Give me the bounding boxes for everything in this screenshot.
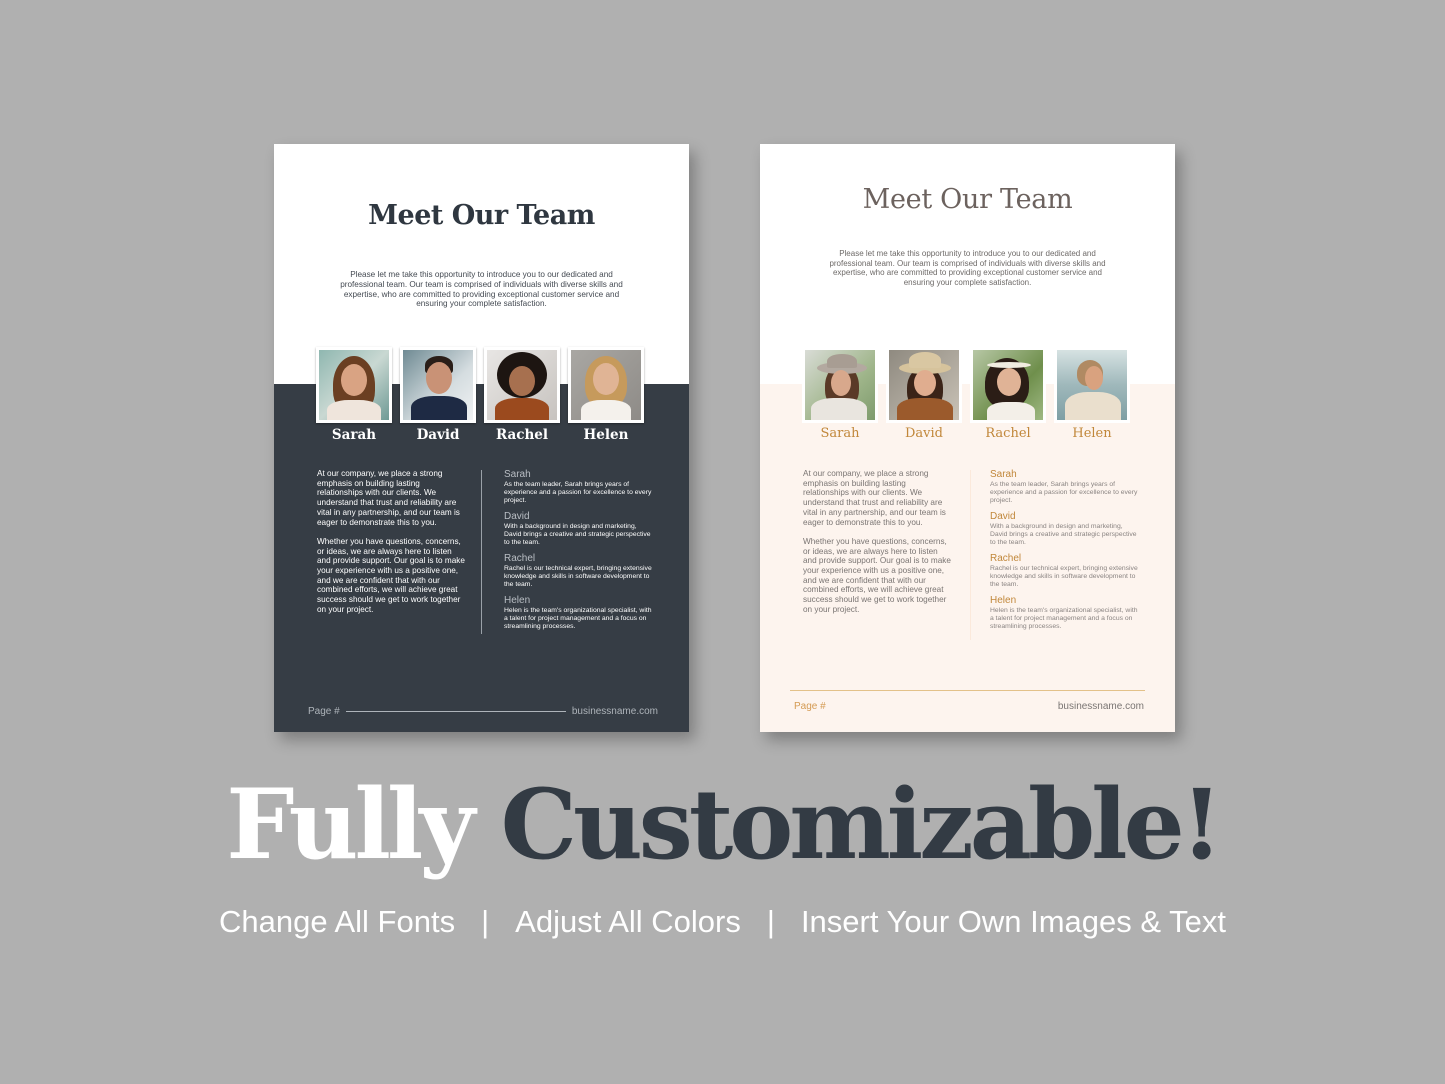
page-title: Meet Our Team	[862, 184, 1073, 215]
bio-name: Rachel	[990, 553, 1022, 564]
member-name: Sarah	[820, 426, 860, 441]
website-url: businessname.com	[571, 706, 658, 717]
bio-name: Rachel	[504, 553, 536, 564]
bio-item: Helen Helen is the team's organizational…	[504, 595, 654, 631]
bio-name: Helen	[990, 595, 1017, 606]
footer-divider	[790, 690, 1145, 691]
member-photo	[403, 350, 473, 420]
body-text: At our company, we place a strong emphas…	[317, 469, 465, 615]
member-name: Helen	[1072, 426, 1112, 441]
column-divider	[970, 470, 971, 640]
bio-name: Helen	[504, 595, 531, 606]
bio-item: David With a background in design and ma…	[504, 511, 654, 547]
bio-name: David	[504, 511, 530, 522]
template-page-dark: Meet Our Team Please let me take this op…	[274, 144, 689, 732]
member-photo	[319, 350, 389, 420]
team-member-helen: Helen	[1054, 347, 1130, 441]
bio-text: Helen is the team's organizational speci…	[504, 607, 652, 630]
bio-text: With a background in design and marketin…	[504, 523, 651, 546]
member-name: David	[416, 427, 460, 443]
photo-frame	[886, 347, 962, 423]
team-member-helen: Helen	[568, 347, 644, 443]
feature-item: Adjust All Colors	[515, 904, 741, 939]
bio-list: Sarah As the team leader, Sarah brings y…	[990, 469, 1140, 637]
bio-text: As the team leader, Sarah brings years o…	[504, 481, 652, 504]
member-name: Helen	[583, 427, 629, 443]
page-title: Meet Our Team	[368, 200, 595, 231]
member-photo	[973, 350, 1043, 420]
body-paragraph: At our company, we place a strong emphas…	[803, 469, 946, 527]
member-name: Rachel	[495, 427, 549, 443]
feature-item: Change All Fonts	[219, 904, 456, 939]
feature-separator: |	[766, 904, 775, 939]
bio-name: Sarah	[990, 469, 1017, 480]
page-footer: Page # businessname.com	[308, 706, 658, 717]
headline-word-customizable: Customizable!	[500, 768, 1223, 881]
bio-text: With a background in design and marketin…	[990, 523, 1137, 546]
member-photo	[571, 350, 641, 420]
member-photo	[805, 350, 875, 420]
body-paragraph: Whether you have questions, concerns, or…	[317, 536, 465, 614]
photo-frame	[400, 347, 476, 423]
intro-text: Please let me take this opportunity to i…	[829, 249, 1106, 287]
member-name: Sarah	[331, 427, 377, 443]
bio-text: Rachel is our technical expert, bringing…	[990, 565, 1138, 588]
page-number: Page #	[308, 706, 340, 717]
team-member-sarah: Sarah	[316, 347, 392, 443]
photo-frame	[484, 347, 560, 423]
bio-list: Sarah As the team leader, Sarah brings y…	[504, 469, 654, 637]
team-member-david: David	[400, 347, 476, 443]
team-member-rachel: Rachel	[970, 347, 1046, 441]
bio-item: Sarah As the team leader, Sarah brings y…	[504, 469, 654, 505]
promo-headline: Fully Customizable!	[0, 770, 1445, 880]
team-member-rachel: Rachel	[484, 347, 560, 443]
photo-frame	[568, 347, 644, 423]
intro-text: Please let me take this opportunity to i…	[340, 270, 623, 309]
team-member-david: David	[886, 347, 962, 441]
member-name: David	[905, 426, 943, 441]
bio-text: Helen is the team's organizational speci…	[990, 607, 1138, 630]
bio-item: Sarah As the team leader, Sarah brings y…	[990, 469, 1140, 505]
footer-divider	[345, 711, 566, 712]
website-url: businessname.com	[1057, 701, 1144, 712]
bio-name: David	[990, 511, 1016, 522]
body-text: At our company, we place a strong emphas…	[803, 469, 953, 615]
bio-name: Sarah	[504, 469, 531, 480]
photo-frame	[802, 347, 878, 423]
bio-item: Helen Helen is the team's organizational…	[990, 595, 1140, 631]
member-photo	[1057, 350, 1127, 420]
headline-word-fully: Fully	[226, 768, 475, 881]
photo-frame	[970, 347, 1046, 423]
member-photo	[889, 350, 959, 420]
photo-frame	[316, 347, 392, 423]
member-photo	[487, 350, 557, 420]
column-divider	[481, 470, 482, 634]
feature-list: Change All Fonts | Adjust All Colors | I…	[0, 904, 1445, 940]
member-name: Rachel	[985, 426, 1031, 441]
team-photos: Sarah David Rachel Helen	[802, 347, 1134, 441]
bio-item: David With a background in design and ma…	[990, 511, 1140, 547]
feature-separator: |	[481, 904, 490, 939]
body-paragraph: At our company, we place a strong emphas…	[317, 469, 460, 527]
team-member-sarah: Sarah	[802, 347, 878, 441]
page-number: Page #	[794, 701, 826, 712]
bio-text: As the team leader, Sarah brings years o…	[990, 481, 1138, 504]
photo-frame	[1054, 347, 1130, 423]
page-footer: Page # businessname.com	[794, 701, 1144, 712]
template-page-light: Meet Our Team Please let me take this op…	[760, 144, 1175, 732]
bio-item: Rachel Rachel is our technical expert, b…	[504, 553, 654, 589]
bio-text: Rachel is our technical expert, bringing…	[504, 565, 652, 588]
bio-item: Rachel Rachel is our technical expert, b…	[990, 553, 1140, 589]
team-photos: Sarah David Rachel Helen	[316, 347, 648, 443]
body-paragraph: Whether you have questions, concerns, or…	[803, 536, 951, 614]
feature-item: Insert Your Own Images & Text	[800, 904, 1226, 939]
